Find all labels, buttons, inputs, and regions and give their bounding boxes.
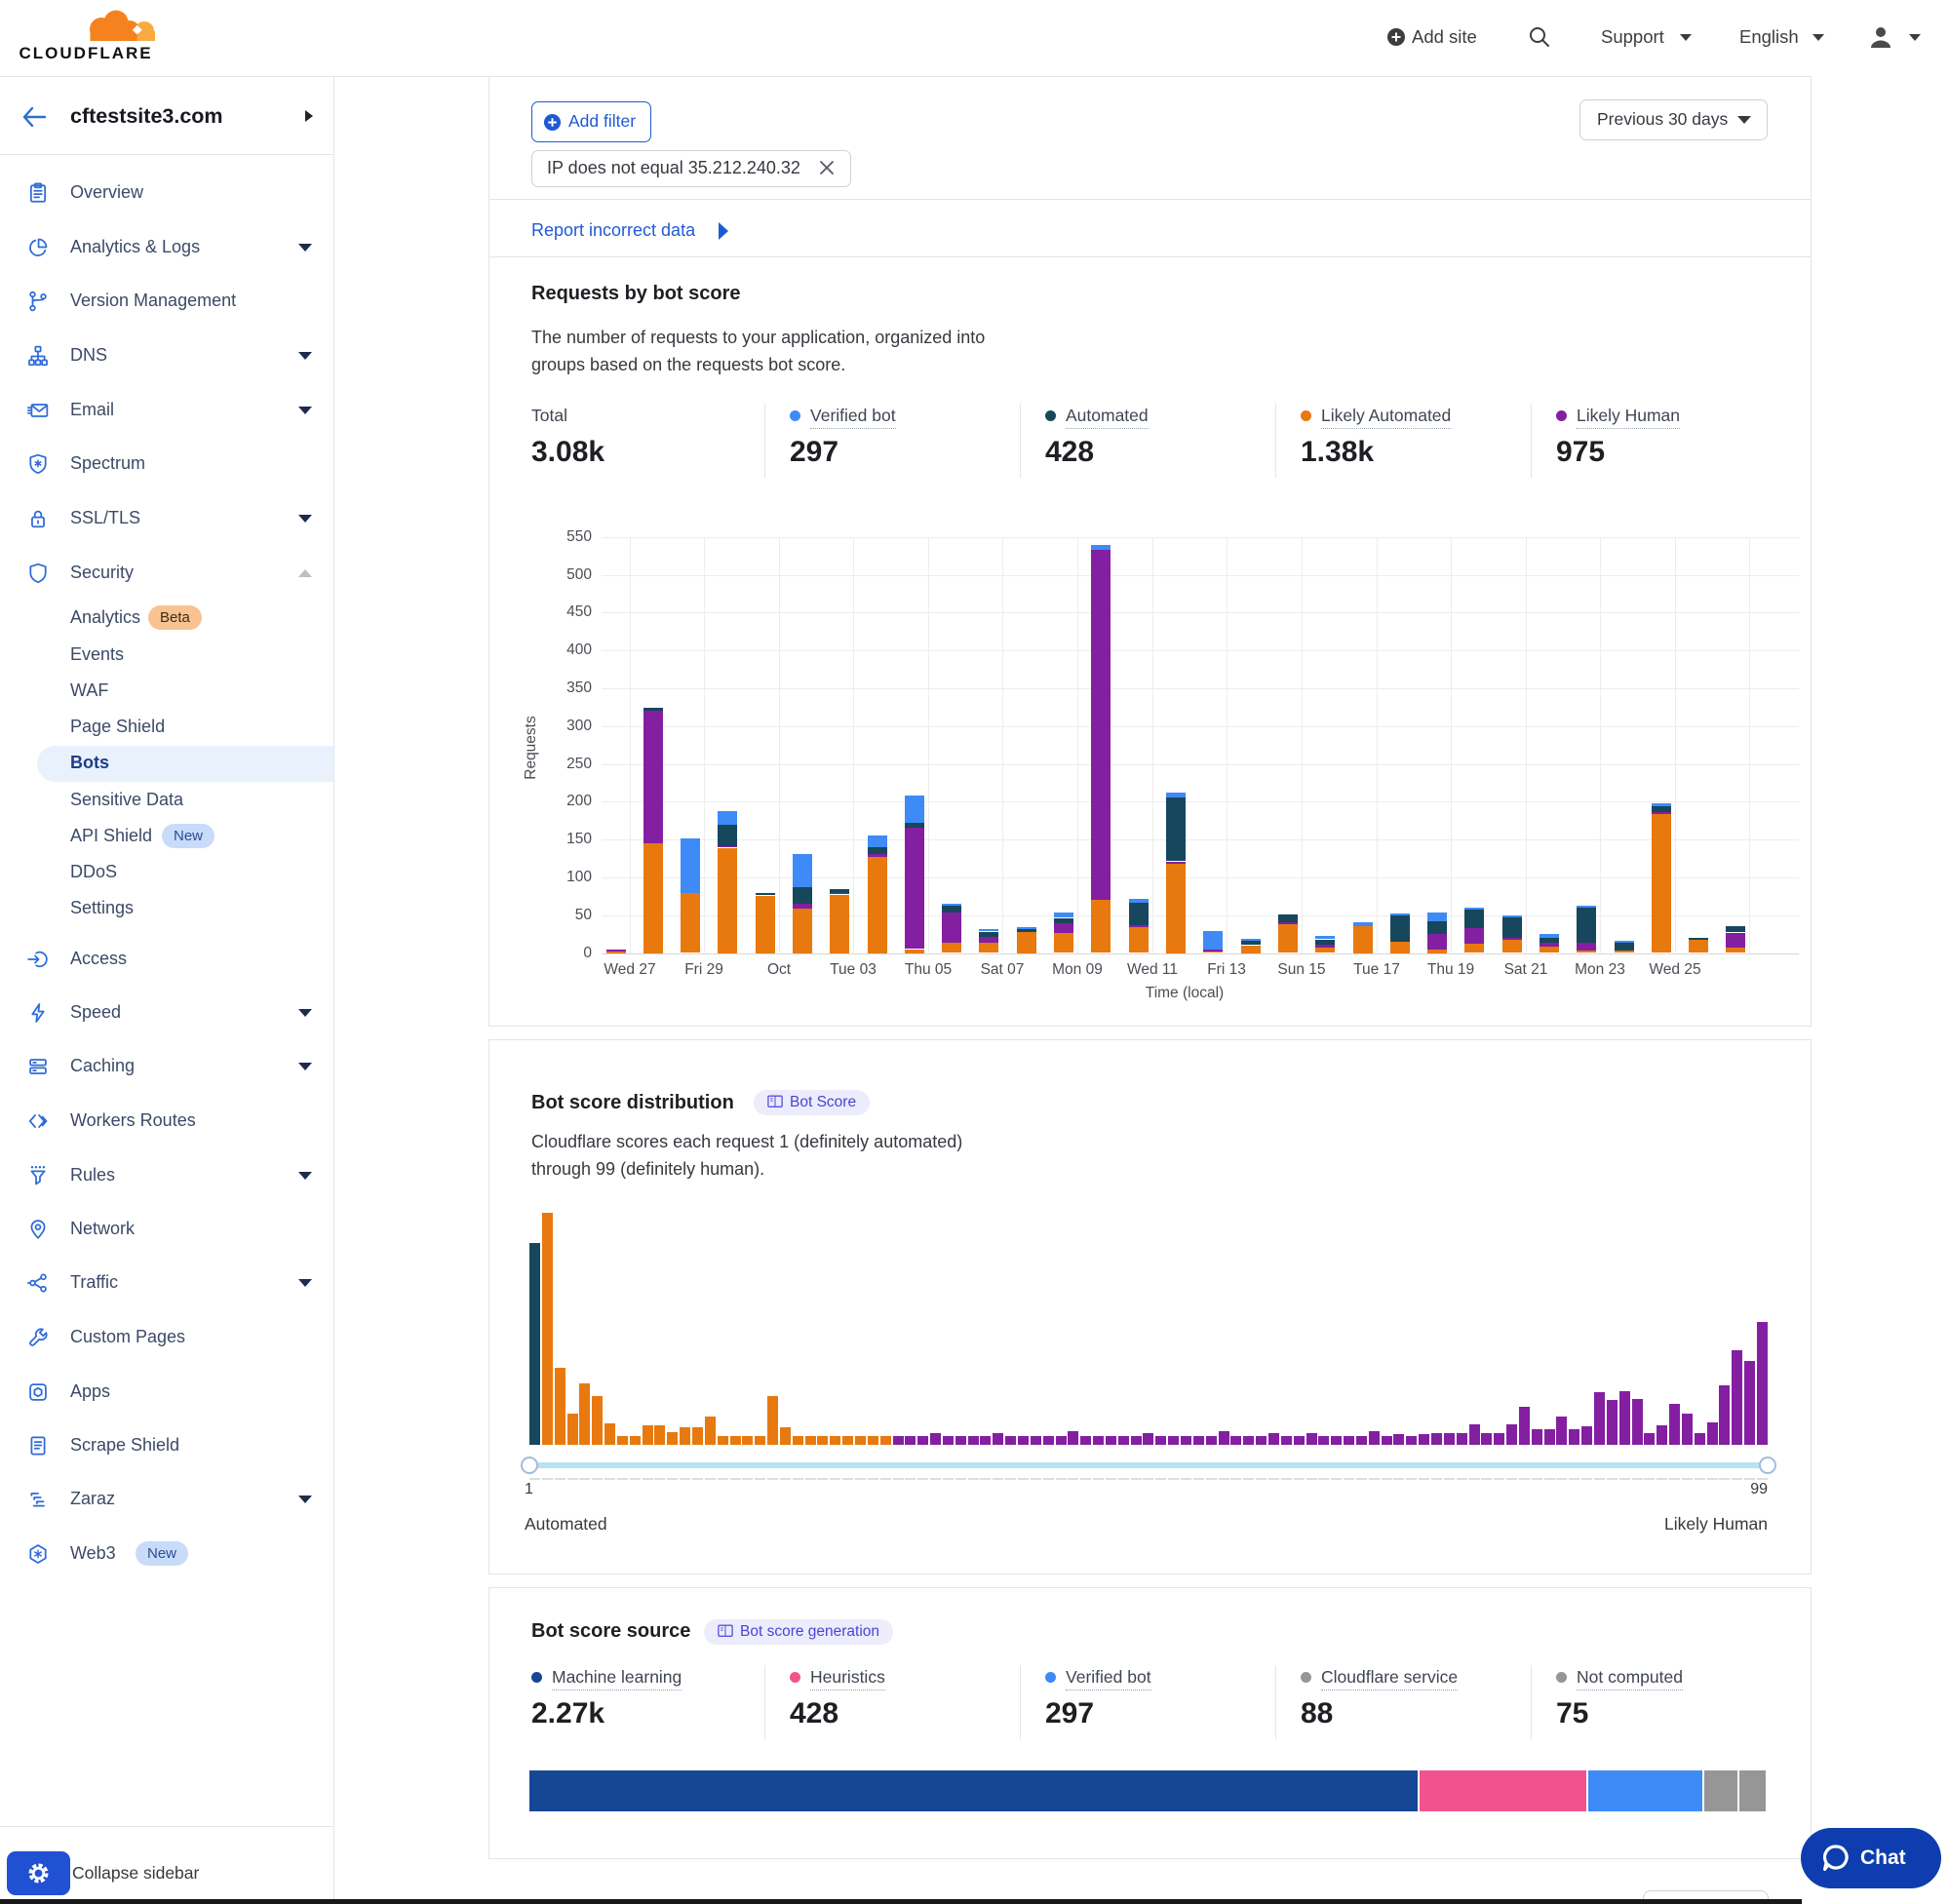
svg-text:CLOUDFLARE: CLOUDFLARE — [19, 44, 153, 62]
